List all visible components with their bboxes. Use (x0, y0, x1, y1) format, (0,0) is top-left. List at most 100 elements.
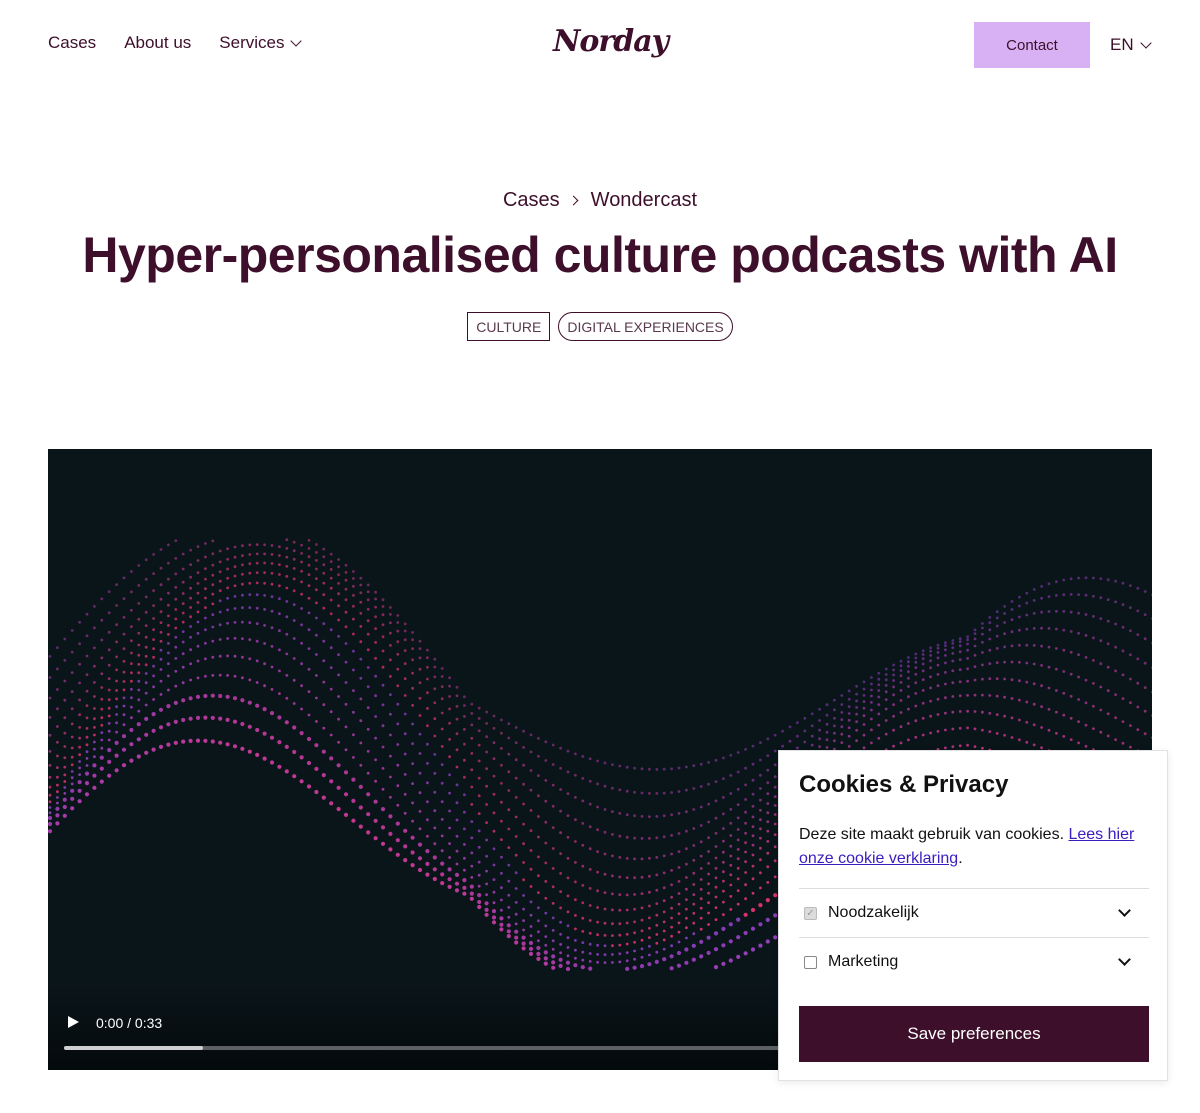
wave-dot (232, 744, 238, 749)
chevron-down-icon[interactable] (1118, 953, 1131, 966)
wave-dot (115, 721, 118, 725)
wave-dot (137, 584, 141, 587)
tag-culture[interactable]: CULTURE (467, 312, 551, 341)
wave-dot (1129, 629, 1132, 633)
wave-dot (847, 734, 851, 738)
wave-dot (537, 939, 540, 943)
nav-about-us[interactable]: About us (124, 33, 191, 53)
wave-dot (566, 770, 570, 774)
play-icon[interactable] (66, 1015, 80, 1029)
wave-dot (137, 564, 141, 567)
wave-dot (588, 904, 592, 907)
wave-dot (662, 791, 666, 795)
wave-dot (248, 593, 252, 596)
wave-dot (514, 726, 518, 729)
wave-dot (766, 881, 770, 884)
wave-dot (914, 660, 918, 664)
wave-dot (654, 959, 659, 964)
language-selector[interactable]: EN (1110, 35, 1152, 55)
wave-dot (936, 651, 940, 654)
wave-dot (70, 746, 74, 750)
wave-dot (677, 812, 681, 815)
contact-button[interactable]: Contact (974, 22, 1090, 68)
wave-dot (721, 961, 726, 967)
wave-dot (389, 693, 392, 696)
wave-dot (167, 561, 170, 565)
wave-dot (315, 616, 318, 620)
wave-dot (840, 725, 844, 729)
wave-dot (167, 577, 170, 581)
wave-dot (855, 699, 858, 703)
wave-dot (685, 810, 688, 814)
wave-dot (655, 873, 659, 877)
wave-dot (1010, 618, 1014, 621)
wave-dot (1106, 619, 1110, 623)
chevron-down-icon[interactable] (1118, 904, 1131, 917)
cookie-option-marketing[interactable]: Marketing (799, 937, 1149, 986)
wave-dot (877, 703, 881, 706)
wave-dot (130, 590, 133, 594)
wave-dot (884, 678, 888, 682)
wave-dot (248, 562, 252, 566)
wave-dot (107, 714, 111, 718)
wave-dot (833, 739, 836, 743)
wave-dot (343, 812, 349, 817)
wave-dot (417, 867, 423, 873)
nav-services[interactable]: Services (219, 33, 303, 53)
wave-dot (751, 877, 755, 881)
wave-dot (1010, 644, 1014, 648)
wave-dot (951, 681, 955, 685)
wave-dot (167, 543, 170, 547)
wave-dot (1018, 604, 1021, 608)
wave-dot (1047, 665, 1051, 669)
wave-dot (788, 725, 792, 729)
breadcrumb-cases[interactable]: Cases (503, 189, 560, 211)
wave-dot (676, 950, 682, 956)
wave-dot (500, 819, 503, 823)
wave-dot (107, 648, 111, 652)
wave-dot (699, 785, 703, 788)
wave-dot (418, 752, 422, 755)
wave-dot (751, 864, 755, 868)
wave-dot (633, 876, 636, 880)
wave-dot (196, 644, 200, 648)
wave-dot (380, 841, 386, 846)
wave-dot (581, 755, 585, 758)
wave-dot (899, 741, 903, 745)
wave-dot (537, 891, 540, 894)
wave-dot (714, 866, 718, 870)
wave-dot (374, 779, 377, 783)
wave-dot (914, 692, 918, 695)
save-preferences-button[interactable]: Save preferences (799, 1006, 1149, 1062)
wave-dot (988, 621, 992, 625)
wave-dot (129, 742, 134, 747)
wave-dot (603, 784, 607, 788)
wave-dot (855, 692, 858, 696)
wave-dot (1069, 716, 1073, 720)
wave-dot (248, 621, 252, 624)
marketing-checkbox[interactable] (804, 955, 817, 969)
wave-dot (107, 759, 112, 764)
wave-dot (670, 916, 673, 920)
wave-dot (440, 872, 445, 877)
wave-dot (966, 642, 969, 646)
wave-dot (722, 796, 725, 799)
cookie-option-necessary[interactable]: ✓ Noodzakelijk (799, 888, 1149, 937)
wave-dot (1151, 690, 1152, 694)
wave-dot (936, 646, 940, 650)
wave-dot (603, 944, 607, 948)
norday-logo[interactable]: Norday (553, 24, 669, 59)
wave-dot (137, 617, 141, 621)
tag-digital-experiences[interactable]: DIGITAL EXPERIENCES (558, 312, 733, 341)
wave-dot (618, 834, 622, 838)
wave-dot (100, 638, 104, 642)
wave-dot (262, 731, 267, 736)
wave-dot (63, 637, 67, 641)
wave-dot (1010, 678, 1014, 682)
wave-dot (929, 666, 932, 670)
wave-dot (152, 604, 155, 607)
nav-cases[interactable]: Cases (48, 33, 96, 53)
wave-dot (929, 649, 932, 653)
wave-dot (248, 638, 252, 641)
wave-dot (1047, 728, 1051, 732)
